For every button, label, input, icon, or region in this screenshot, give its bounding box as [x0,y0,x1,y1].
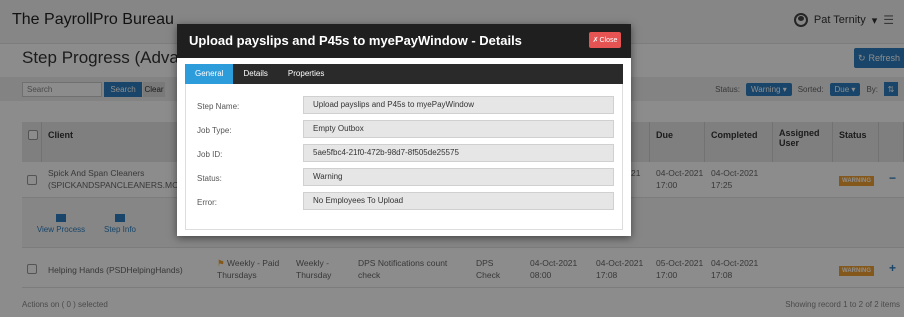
close-label: Close [599,36,618,44]
general-form: Step Name: Upload payslips and P45s to m… [185,84,623,230]
modal-title: Upload payslips and P45s to myePayWindow… [189,33,522,48]
job-type-label: Job Type: [197,126,232,135]
status-field[interactable]: Warning [303,168,614,186]
status-label: Status: [197,174,222,183]
close-button[interactable]: ✗ Close [589,32,621,48]
tab-general[interactable]: General [185,64,234,84]
job-type-field[interactable]: Empty Outbox [303,120,614,138]
step-name-label: Step Name: [197,102,240,111]
modal-header: Upload payslips and P45s to myePayWindow… [177,24,631,58]
job-id-field[interactable]: 5ae5fbc4-21f0-472b-98d7-8f505de25575 [303,144,614,162]
details-modal: Upload payslips and P45s to myePayWindow… [177,24,631,236]
tab-properties[interactable]: Properties [278,64,334,84]
step-name-field[interactable]: Upload payslips and P45s to myePayWindow [303,96,614,114]
modal-tabs: General Details Properties [185,64,623,84]
tab-details[interactable]: Details [233,64,277,84]
error-label: Error: [197,198,217,207]
job-id-label: Job ID: [197,150,223,159]
error-field[interactable]: No Employees To Upload [303,192,614,210]
close-icon: ✗ [592,37,599,44]
